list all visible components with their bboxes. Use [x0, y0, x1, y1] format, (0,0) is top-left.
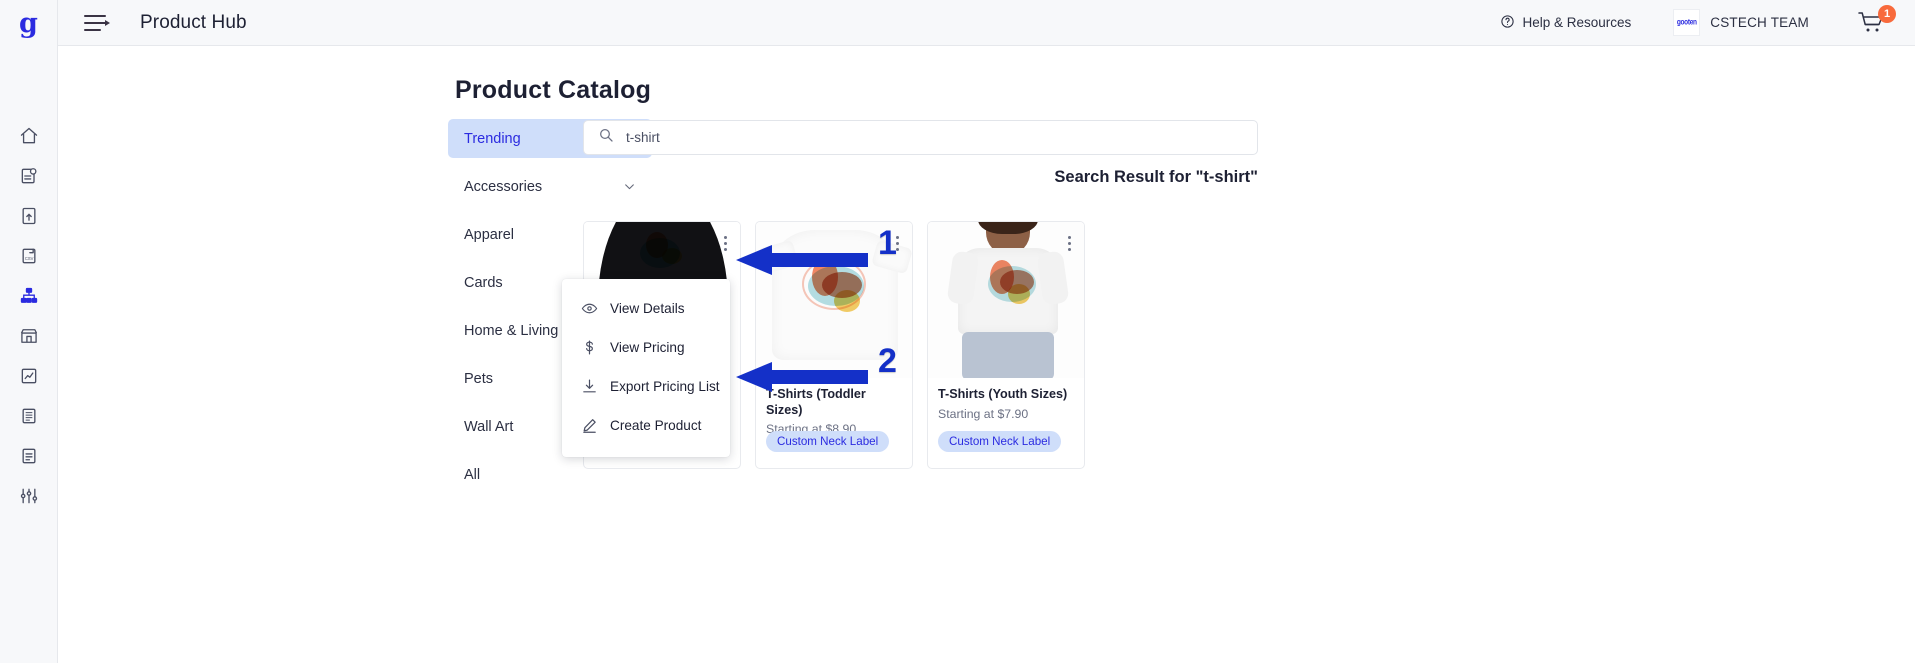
kebab-dot [723, 235, 727, 239]
storefront-icon [19, 326, 39, 346]
cart-button[interactable]: 1 [1857, 4, 1896, 39]
app-title: Product Hub [140, 11, 247, 33]
search-input[interactable] [626, 130, 1243, 145]
product-context-menu: View Details View Pricing Export Pricing… [562, 279, 730, 457]
app-logo[interactable]: g [0, 0, 58, 46]
view-pricing-menu-item[interactable]: View Pricing [562, 328, 730, 367]
sidebar-item-analytics[interactable] [9, 364, 49, 388]
sidebar-item-csv-import[interactable]: CSV [9, 244, 49, 268]
sidebar-item-stores[interactable] [9, 324, 49, 348]
product-card-body: T-Shirts (Youth Sizes) Starting at $7.90 [928, 378, 1084, 421]
hamburger-line [84, 14, 106, 17]
product-price: Starting at $7.90 [938, 406, 1029, 421]
rail-icon-group: CSV [9, 124, 49, 508]
hamburger-caret-icon [105, 19, 110, 26]
help-and-resources-link[interactable]: Help & Resources [1500, 14, 1631, 32]
logo-glyph: g [19, 7, 38, 39]
shopping-cart-icon [1857, 11, 1887, 39]
kebab-menu-button[interactable] [1060, 232, 1078, 254]
menu-item-label: Export Pricing List [610, 379, 720, 394]
csv-import-icon: CSV [19, 246, 39, 266]
product-image-youth-tshirt [928, 222, 1084, 378]
product-badge: Custom Neck Label [938, 431, 1062, 452]
product-title: T-Shirts (Youth Sizes) [938, 387, 1068, 401]
upload-orders-icon [19, 206, 39, 226]
page-content: Product Catalog Trending Accessories App… [58, 46, 1915, 663]
product-card-body: T-Shirts (Toddler Sizes) Starting at $8.… [756, 378, 912, 436]
analytics-icon [19, 366, 39, 386]
home-icon [19, 126, 39, 146]
kebab-menu-button[interactable] [716, 232, 734, 254]
order-lookup-icon [19, 166, 39, 186]
invoices-icon [19, 406, 39, 426]
product-card[interactable]: T-Shirts (Youth Sizes) Starting at $7.90… [927, 221, 1085, 469]
topbar-right-group: Help & Resources gooten CSTECH TEAM 1 [1500, 4, 1915, 39]
gooten-logo-text: gooten [1676, 18, 1697, 27]
help-and-resources-label: Help & Resources [1522, 15, 1632, 30]
kebab-dot [723, 247, 727, 251]
question-circle-icon [1500, 14, 1515, 32]
sidebar-item-order-lookup[interactable] [9, 164, 49, 188]
menu-item-label: View Details [610, 301, 685, 316]
export-pricing-list-menu-item[interactable]: Export Pricing List [562, 367, 730, 406]
dollar-sign-icon [578, 339, 600, 356]
gooten-brand-logo: gooten [1673, 9, 1701, 36]
annotation-number-1: 1 [878, 224, 897, 262]
documents-icon [19, 446, 39, 466]
download-icon [578, 378, 600, 395]
create-product-menu-item[interactable]: Create Product [562, 406, 730, 445]
hamburger-line [84, 28, 101, 31]
kebab-dot [1067, 241, 1071, 245]
search-field-wrapper[interactable] [583, 120, 1258, 155]
settings-sliders-icon [19, 486, 39, 506]
sidebar-item-product-hub[interactable] [9, 284, 49, 308]
search-icon [598, 127, 614, 148]
sidebar-item-home[interactable] [9, 124, 49, 148]
category-label: Accessories [464, 178, 543, 195]
pencil-icon [578, 417, 600, 434]
search-result-heading: Search Result for "t-shirt" [1054, 168, 1258, 186]
category-item-accessories[interactable]: Accessories [448, 167, 652, 206]
menu-item-label: View Pricing [610, 340, 685, 355]
svg-text:CSV: CSV [24, 256, 33, 261]
eye-icon [578, 300, 600, 317]
menu-item-label: Create Product [610, 418, 702, 433]
cart-count-badge: 1 [1878, 4, 1896, 23]
product-badge: Custom Neck Label [766, 431, 890, 452]
annotation-number-2: 2 [878, 342, 897, 380]
sidebar-item-documents[interactable] [9, 444, 49, 468]
hamburger-line [84, 21, 106, 24]
team-switcher[interactable]: gooten CSTECH TEAM [1673, 9, 1809, 36]
hamburger-menu-icon[interactable] [84, 11, 114, 35]
team-name: CSTECH TEAM [1710, 15, 1809, 30]
left-icon-rail: g CSV [0, 0, 58, 663]
product-hub-icon [19, 286, 39, 306]
kebab-dot [1067, 247, 1071, 251]
page-title: Product Catalog [455, 76, 652, 104]
view-details-menu-item[interactable]: View Details [562, 289, 730, 328]
sidebar-item-invoices[interactable] [9, 404, 49, 428]
sidebar-item-upload-orders[interactable] [9, 204, 49, 228]
kebab-dot [723, 241, 727, 245]
chevron-down-icon [623, 180, 636, 193]
top-bar: Product Hub Help & Resources gooten CSTE… [58, 0, 1915, 46]
kebab-dot [1067, 235, 1071, 239]
sidebar-item-settings[interactable] [9, 484, 49, 508]
product-title: T-Shirts (Toddler Sizes) [766, 387, 866, 417]
